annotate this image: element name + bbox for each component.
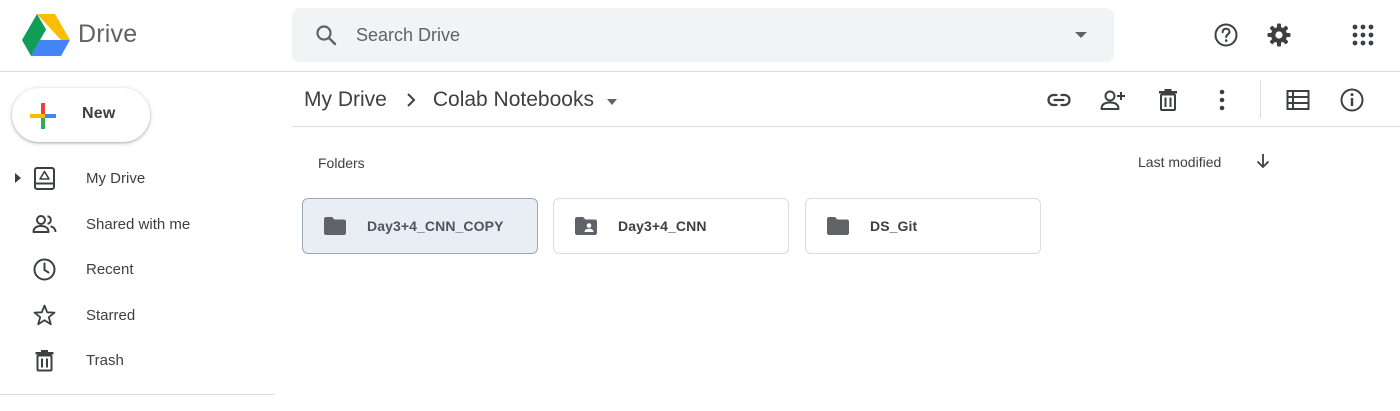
search-input[interactable] (356, 8, 1036, 62)
top-bar: Drive (0, 0, 1400, 72)
sidebar-divider (0, 394, 274, 395)
section-title-folders: Folders (318, 155, 365, 171)
trash-icon (35, 350, 54, 372)
folder-card[interactable]: Day3+4_CNN (553, 198, 789, 254)
shared-people-icon (32, 214, 57, 233)
folder-icon (324, 217, 346, 235)
breadcrumb-current[interactable]: Colab Notebooks (433, 88, 594, 112)
sidebar-item-shared-with-me[interactable]: Shared with me (0, 202, 274, 248)
folder-name: Day3+4_CNN_COPY (367, 218, 504, 234)
folder-card[interactable]: DS_Git (805, 198, 1041, 254)
sidebar-item-recent[interactable]: Recent (0, 247, 274, 293)
folder-name: Day3+4_CNN (618, 218, 707, 234)
arrow-down-icon[interactable] (1254, 152, 1272, 170)
sidebar-item-label: Recent (86, 261, 134, 278)
app-title: Drive (78, 20, 138, 48)
search-options-caret-icon[interactable] (1074, 30, 1088, 40)
sidebar-item-my-drive[interactable]: My Drive (0, 156, 274, 202)
sidebar-item-trash[interactable]: Trash (0, 338, 274, 384)
plus-icon (30, 103, 56, 129)
apps-grid-icon[interactable] (1350, 22, 1376, 48)
folder-card[interactable]: Day3+4_CNN_COPY (302, 198, 538, 254)
my-drive-icon (34, 167, 55, 190)
chevron-right-icon (407, 93, 416, 107)
breadcrumb-root[interactable]: My Drive (304, 88, 387, 112)
sidebar-item-label: Shared with me (86, 215, 191, 233)
list-view-icon[interactable] (1285, 87, 1311, 113)
sidebar-item-label: My Drive (86, 170, 146, 187)
settings-icon[interactable] (1266, 22, 1292, 48)
new-button[interactable]: New (12, 88, 150, 142)
folder-name: DS_Git (870, 218, 918, 234)
new-button-label: New (82, 105, 116, 122)
chevron-down-icon[interactable] (606, 98, 618, 106)
sidebar-item-starred[interactable]: Starred (0, 293, 274, 339)
help-icon[interactable] (1213, 22, 1239, 48)
add-person-icon[interactable] (1100, 87, 1126, 113)
star-icon (33, 304, 56, 325)
info-icon[interactable] (1339, 87, 1365, 113)
expand-arrow-icon[interactable] (14, 173, 22, 183)
link-icon[interactable] (1046, 87, 1072, 113)
folder-icon (827, 217, 849, 235)
drive-logo[interactable] (22, 14, 70, 56)
toolbar-bottom-divider (292, 126, 1400, 127)
breadcrumb: My Drive Colab Notebooks (304, 86, 618, 114)
sort-button[interactable]: Last modified (1138, 154, 1221, 170)
sidebar-nav: My Drive Shared with me Recent Starred T… (0, 156, 274, 384)
search-icon[interactable] (314, 23, 338, 47)
trash-icon[interactable] (1155, 87, 1181, 113)
search-bar[interactable] (292, 8, 1114, 62)
sidebar-item-label: Starred (86, 306, 136, 324)
clock-icon (33, 258, 56, 281)
more-vert-icon[interactable] (1209, 87, 1235, 113)
sidebar-item-label: Trash (86, 352, 124, 369)
toolbar-divider (1260, 80, 1261, 118)
shared-folder-icon (575, 217, 597, 235)
